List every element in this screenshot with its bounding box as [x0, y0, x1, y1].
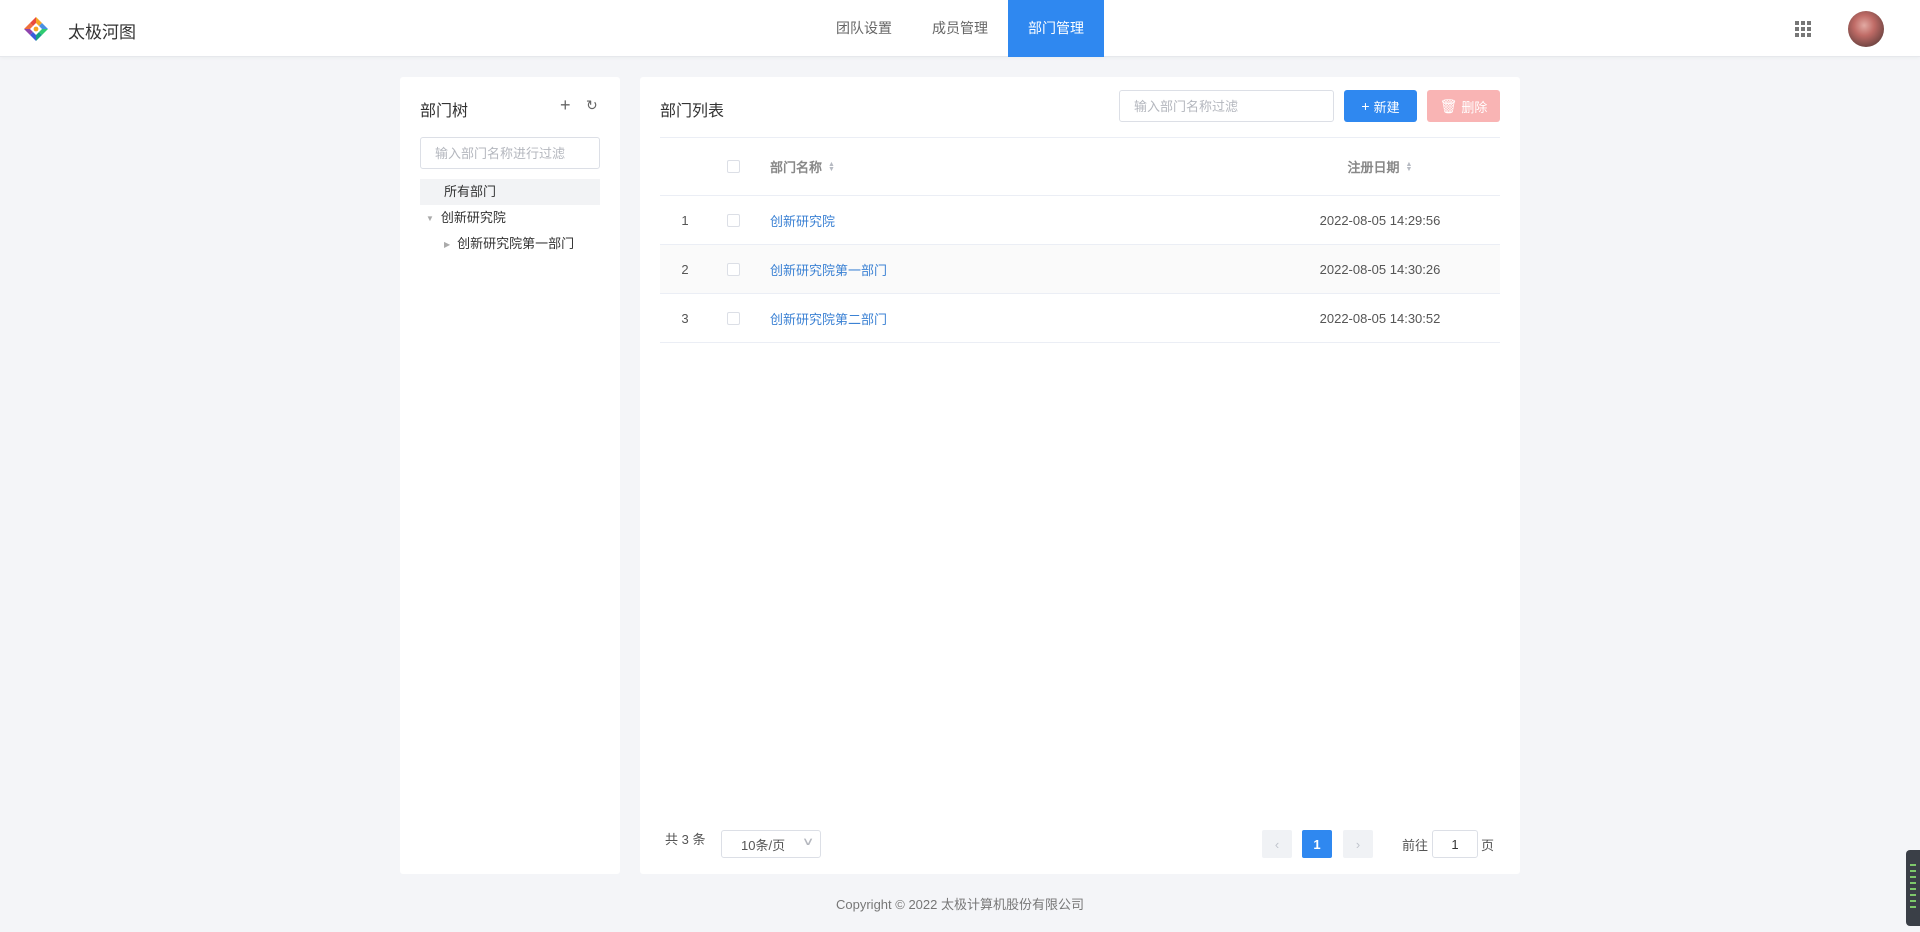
total-count: 共 3 条	[665, 832, 706, 847]
caret-down-icon[interactable]: ▼	[426, 206, 434, 232]
tree-node-first-department[interactable]: ▶ 创新研究院第一部门	[444, 231, 574, 257]
top-header: 太极河图 团队设置 成员管理 部门管理	[0, 0, 1920, 57]
new-button-label: 新建	[1373, 99, 1400, 115]
prev-page-button[interactable]: ‹	[1262, 830, 1292, 858]
row-checkbox[interactable]	[727, 294, 741, 342]
department-table: 部门名称 ▲ ▼ 注册日期 ▲ ▼ 1 创新研究院 2022-08-05 14:29…	[660, 138, 1500, 343]
page-number-button[interactable]: 1	[1302, 830, 1332, 858]
table-row: 3 创新研究院第二部门 2022-08-05 14:30:52	[660, 294, 1500, 343]
goto-suffix: 页	[1481, 838, 1495, 853]
brand-name: 太极河图	[68, 23, 136, 42]
tree-node-label: 所有部门	[444, 184, 497, 199]
row-index: 3	[681, 310, 689, 326]
tree-node-innovation-institute[interactable]: ▼ 创新研究院	[426, 205, 506, 231]
column-header-date[interactable]: 注册日期 ▲ ▼	[1260, 138, 1500, 195]
list-title: 部门列表	[660, 103, 725, 120]
registration-date: 2022-08-05 14:29:56	[1319, 212, 1441, 228]
row-checkbox[interactable]	[727, 196, 741, 244]
registration-date: 2022-08-05 14:30:26	[1319, 261, 1441, 277]
row-index: 2	[681, 261, 689, 277]
delete-button-label: 删除	[1461, 99, 1488, 115]
page-size-select[interactable]: 10条/页 ∨	[721, 830, 821, 858]
tree-node-label: 创新研究院第一部门	[457, 236, 575, 251]
registration-date: 2022-08-05 14:30:52	[1319, 310, 1441, 326]
logo-icon	[24, 17, 48, 41]
tree-node-label: 创新研究院	[440, 210, 506, 225]
side-floating-widget[interactable]	[1906, 850, 1920, 926]
new-button[interactable]: + 新建	[1344, 90, 1417, 122]
grid-icon[interactable]	[1795, 21, 1811, 37]
list-filter-input[interactable]	[1119, 90, 1334, 122]
sort-icon[interactable]: ▲ ▼	[828, 161, 835, 173]
tree-title: 部门树	[420, 103, 469, 120]
nav-member-management[interactable]: 成员管理	[912, 0, 1008, 57]
department-tree-panel: 部门树 + ↻ 所有部门 ▼ 创新研究院 ▶ 创新研究院第一部门	[400, 77, 620, 874]
tree-node-all[interactable]: 所有部门	[420, 179, 600, 205]
refresh-icon[interactable]: ↻	[586, 97, 598, 114]
table-row: 2 创新研究院第一部门 2022-08-05 14:30:26	[660, 245, 1500, 294]
user-avatar[interactable]	[1848, 11, 1884, 47]
row-index: 1	[681, 212, 689, 228]
caret-right-icon[interactable]: ▶	[444, 232, 450, 258]
column-header-name[interactable]: 部门名称 ▲ ▼	[770, 138, 835, 195]
tree-filter-input[interactable]	[420, 137, 600, 169]
top-nav: 团队设置 成员管理 部门管理	[816, 0, 1104, 57]
delete-button[interactable]: 🗑 删除	[1427, 90, 1500, 122]
select-all-checkbox[interactable]	[727, 138, 741, 195]
table-header-row: 部门名称 ▲ ▼ 注册日期 ▲ ▼	[660, 138, 1500, 196]
next-page-button[interactable]: ›	[1343, 830, 1373, 858]
department-name-link[interactable]: 创新研究院第一部门	[770, 260, 887, 279]
nav-team-settings[interactable]: 团队设置	[816, 0, 912, 57]
chevron-down-icon: ∨	[801, 836, 815, 848]
department-list-panel: 部门列表 +新建 🗑删除 部门名称 ▲▼ 注册日期 ▲▼ 1 创新研究院 202…	[640, 77, 1520, 874]
add-icon[interactable]: +	[560, 95, 571, 116]
trash-icon: 🗑	[1439, 97, 1458, 114]
row-checkbox[interactable]	[727, 245, 741, 293]
sort-icon[interactable]: ▲ ▼	[1406, 161, 1413, 173]
nav-department-management[interactable]: 部门管理	[1008, 0, 1104, 57]
department-name-link[interactable]: 创新研究院	[770, 211, 835, 230]
table-row: 1 创新研究院 2022-08-05 14:29:56	[660, 196, 1500, 245]
goto-label: 前往	[1402, 838, 1429, 853]
department-name-link[interactable]: 创新研究院第二部门	[770, 309, 887, 328]
plus-icon: +	[1361, 98, 1370, 114]
goto-page-input[interactable]	[1432, 830, 1478, 858]
footer-copyright: Copyright © 2022 太极计算机股份有限公司	[836, 897, 1084, 912]
